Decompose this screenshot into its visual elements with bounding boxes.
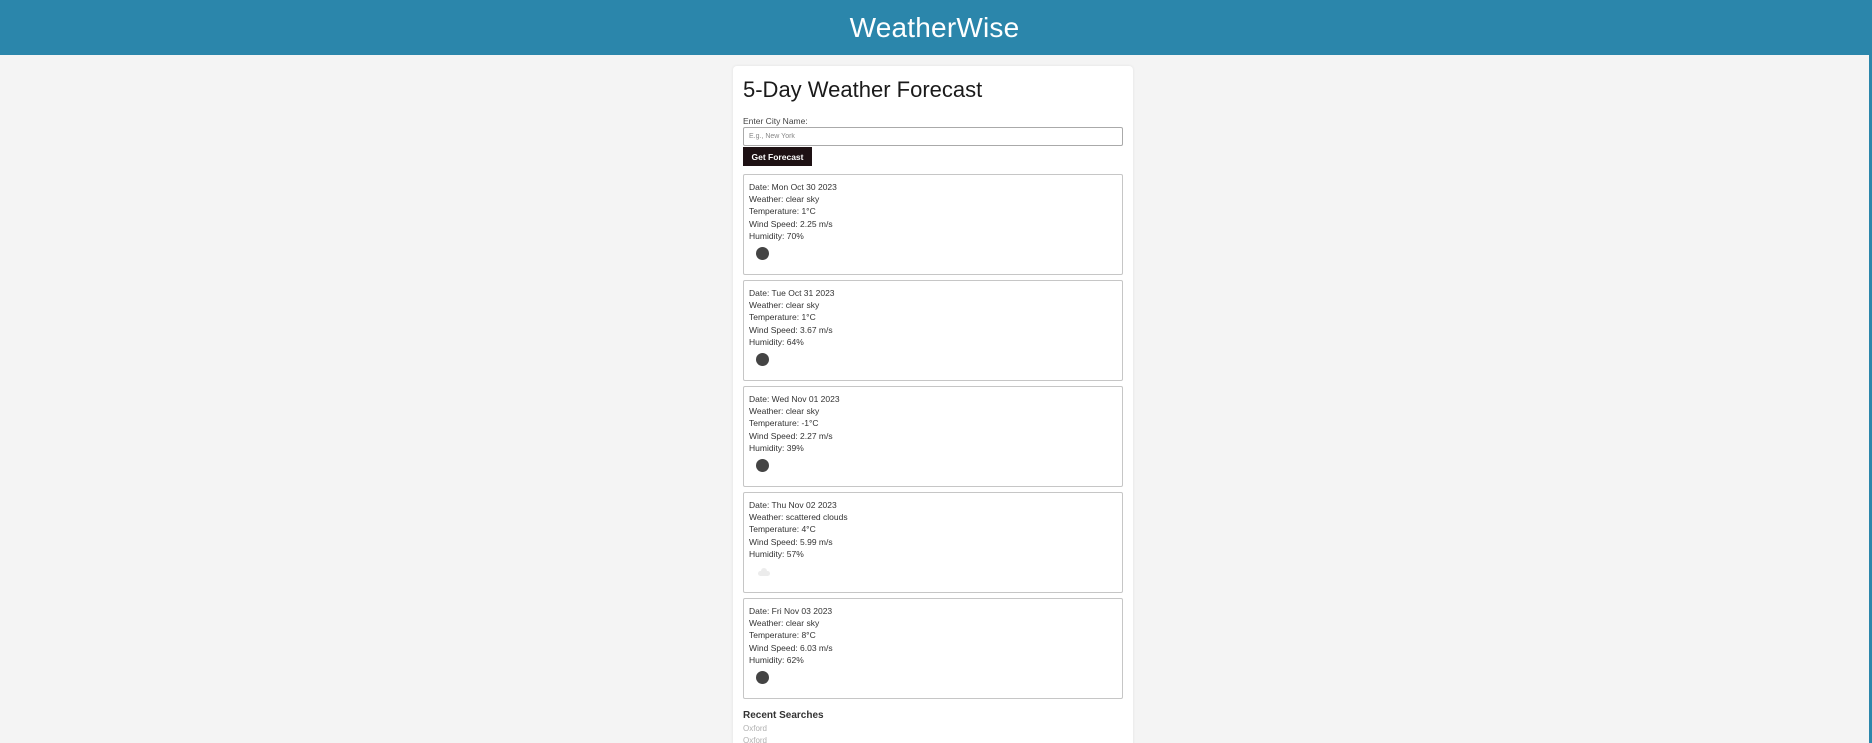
city-input[interactable] (743, 127, 1123, 146)
scattered-clouds-icon (756, 567, 772, 577)
recent-searches-list: Oxford Oxford (743, 723, 767, 743)
forecast-wind-speed: Wind Speed: 6.03 m/s (749, 642, 833, 653)
recent-search-item[interactable]: Oxford (743, 735, 767, 743)
forecast-weather: Weather: clear sky (749, 194, 820, 205)
forecast-date: Date: Mon Oct 30 2023 (749, 182, 837, 192)
forecast-weather: Weather: scattered clouds (749, 512, 848, 523)
recent-searches-title: Recent Searches (743, 710, 824, 721)
forecast-humidity: Humidity: 70% (749, 230, 804, 241)
forecast-list: Date: Mon Oct 30 2023 Weather: clear sky… (743, 174, 1123, 704)
page-title: 5-Day Weather Forecast (743, 77, 983, 102)
forecast-wind-speed: Wind Speed: 3.67 m/s (749, 324, 833, 335)
app-title: WeatherWise (849, 11, 1020, 43)
forecast-humidity: Humidity: 62% (749, 654, 804, 665)
forecast-date: Date: Tue Oct 31 2023 (749, 288, 835, 298)
forecast-humidity: Humidity: 57% (749, 548, 804, 559)
forecast-wind-speed: Wind Speed: 5.99 m/s (749, 536, 833, 547)
forecast-weather: Weather: clear sky (749, 618, 820, 629)
forecast-date: Date: Fri Nov 03 2023 (749, 606, 833, 616)
forecast-item: Date: Mon Oct 30 2023 Weather: clear sky… (743, 174, 1123, 275)
clear-sky-icon (756, 459, 769, 472)
forecast-temperature: Temperature: 1°C (749, 312, 816, 323)
forecast-date: Date: Thu Nov 02 2023 (749, 500, 837, 510)
clear-sky-icon (756, 671, 769, 684)
clear-sky-icon (756, 247, 769, 260)
forecast-wind-speed: Wind Speed: 2.27 m/s (749, 430, 833, 441)
app-header: WeatherWise (0, 0, 1869, 55)
forecast-item: Date: Fri Nov 03 2023 Weather: clear sky… (743, 598, 1123, 699)
city-label: Enter City Name: (743, 116, 808, 126)
forecast-weather: Weather: clear sky (749, 300, 820, 311)
forecast-wind-speed: Wind Speed: 2.25 m/s (749, 218, 833, 229)
forecast-weather: Weather: clear sky (749, 406, 820, 417)
forecast-item: Date: Wed Nov 01 2023 Weather: clear sky… (743, 386, 1123, 487)
forecast-temperature: Temperature: 1°C (749, 206, 816, 217)
get-forecast-button[interactable]: Get Forecast (743, 147, 812, 166)
forecast-item: Date: Thu Nov 02 2023 Weather: scattered… (743, 492, 1123, 593)
forecast-temperature: Temperature: 8°C (749, 630, 816, 641)
forecast-humidity: Humidity: 64% (749, 336, 804, 347)
recent-search-item[interactable]: Oxford (743, 723, 767, 735)
forecast-humidity: Humidity: 39% (749, 442, 804, 453)
page: WeatherWise 5-Day Weather Forecast Enter… (0, 0, 1872, 743)
forecast-card: 5-Day Weather Forecast Enter City Name: … (733, 66, 1133, 743)
forecast-temperature: Temperature: -1°C (749, 418, 819, 429)
forecast-item: Date: Tue Oct 31 2023 Weather: clear sky… (743, 280, 1123, 381)
forecast-temperature: Temperature: 4°C (749, 524, 816, 535)
forecast-date: Date: Wed Nov 01 2023 (749, 394, 840, 404)
clear-sky-icon (756, 353, 769, 366)
